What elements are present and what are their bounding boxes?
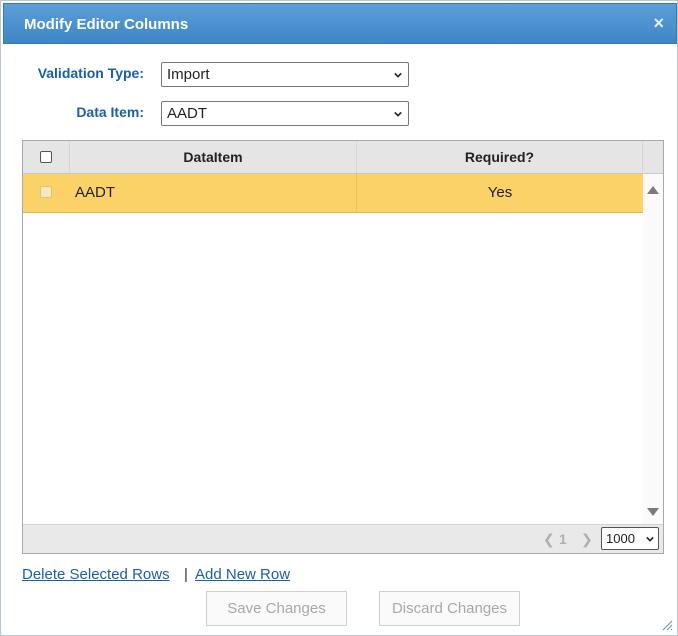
page-size-value: 1000 bbox=[606, 531, 635, 546]
page-size-select[interactable]: 1000 bbox=[601, 527, 659, 550]
scroll-up-icon[interactable] bbox=[647, 186, 659, 194]
row-checkbox[interactable] bbox=[40, 186, 52, 198]
dialog-titlebar[interactable]: Modify Editor Columns × bbox=[3, 3, 677, 44]
close-icon[interactable]: × bbox=[653, 13, 664, 33]
modify-editor-columns-dialog: Modify Editor Columns × Validation Type:… bbox=[0, 0, 678, 636]
validation-type-value: Import bbox=[167, 66, 210, 83]
data-item-value: AADT bbox=[167, 105, 208, 122]
vertical-scrollbar[interactable] bbox=[643, 174, 663, 526]
select-all-checkbox[interactable] bbox=[40, 151, 52, 163]
delete-selected-rows-link[interactable]: Delete Selected Rows bbox=[22, 566, 170, 583]
discard-changes-button[interactable]: Discard Changes bbox=[379, 591, 520, 626]
chevron-down-icon bbox=[394, 72, 402, 78]
column-header-required[interactable]: Required? bbox=[357, 141, 643, 173]
cell-required[interactable]: Yes bbox=[357, 174, 643, 212]
prev-page-icon[interactable]: ❮ bbox=[543, 531, 555, 548]
data-item-select[interactable]: AADT bbox=[161, 101, 409, 126]
validation-type-label: Validation Type: bbox=[37, 65, 144, 81]
scroll-down-icon[interactable] bbox=[647, 508, 659, 516]
chevron-down-icon bbox=[394, 111, 402, 117]
chevron-down-icon bbox=[646, 536, 654, 542]
grid-header: DataItem Required? bbox=[23, 141, 663, 174]
columns-grid: DataItem Required? AADT Yes ❮ 1 ❯ 1000 bbox=[22, 140, 664, 554]
resize-grip-icon[interactable] bbox=[661, 619, 673, 631]
validation-type-select[interactable]: Import bbox=[161, 62, 409, 87]
data-item-label: Data Item: bbox=[76, 104, 144, 120]
column-header-dataitem[interactable]: DataItem bbox=[70, 141, 357, 173]
table-row[interactable]: AADT Yes bbox=[23, 174, 643, 213]
grid-pager: ❮ 1 ❯ 1000 bbox=[23, 524, 663, 553]
dialog-title: Modify Editor Columns bbox=[24, 16, 189, 33]
link-separator: | bbox=[184, 566, 188, 583]
cell-dataitem[interactable]: AADT bbox=[70, 174, 357, 212]
add-new-row-link[interactable]: Add New Row bbox=[195, 566, 290, 583]
select-all-cell bbox=[23, 141, 70, 173]
save-changes-button[interactable]: Save Changes bbox=[206, 591, 347, 626]
current-page-number: 1 bbox=[559, 531, 567, 547]
next-page-icon[interactable]: ❯ bbox=[581, 531, 593, 548]
row-select-cell bbox=[23, 174, 70, 212]
